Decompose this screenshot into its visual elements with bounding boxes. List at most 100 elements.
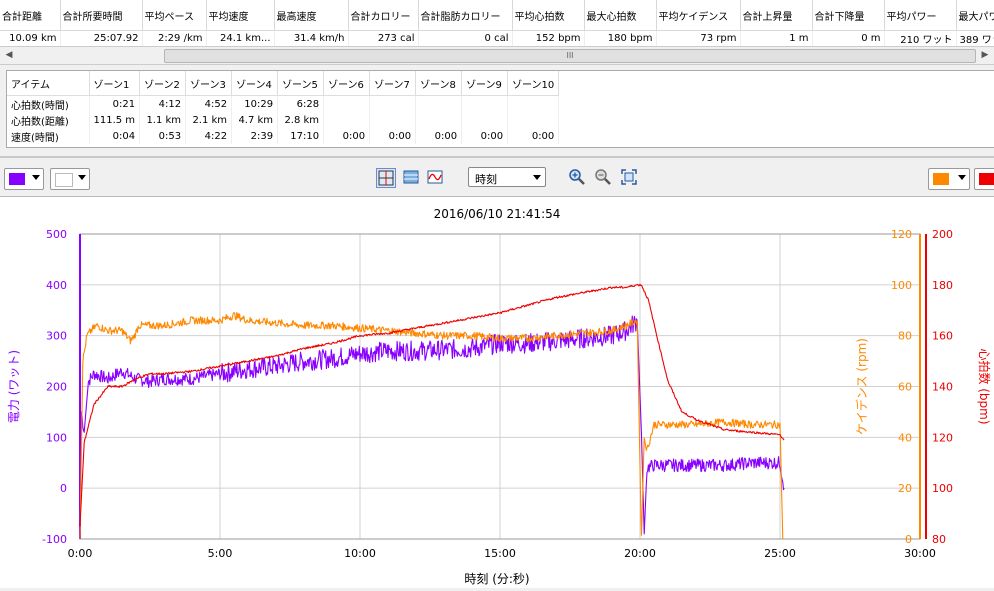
zone-value-cell: 10:29 xyxy=(231,95,279,112)
right-color-2-button[interactable] xyxy=(974,168,994,190)
activity-chart[interactable]: 2016/06/10 21:41:54 0:00 5:00 10:00 15:00 20:… xyxy=(0,197,994,588)
heart_rate-tick-label: 180 xyxy=(932,279,953,292)
heart_rate-axis-label: 心拍数 (bpm) xyxy=(977,348,992,424)
summary-header-cell[interactable]: 合計上昇量 xyxy=(740,0,813,31)
x-axis-mode-select[interactable]: 時刻 xyxy=(468,167,546,187)
summary-value-cell: 389 ワット xyxy=(956,30,994,46)
zone-table: アイテム ゾーン1 ゾーン2 ゾーン3 ゾーン4 ゾーン5 ゾーン6 ゾーン7 ゾーン8 ゾーン9… xyxy=(7,71,560,144)
left-color-1-button[interactable] xyxy=(4,168,44,190)
cadence-tick-label: 120 xyxy=(891,228,912,241)
fit-view-icon[interactable] xyxy=(620,168,640,188)
zone-header-cell[interactable]: ゾーン7 xyxy=(369,71,417,96)
summary-value-cell: 73 rpm xyxy=(656,30,741,46)
zone-value-cell: 0:00 xyxy=(369,128,417,144)
zoom-in-icon[interactable] xyxy=(568,168,588,188)
left-color-2-swatch xyxy=(55,173,73,187)
chart-toolbar: 時刻 xyxy=(0,160,994,197)
summary-value-cell: 0 m xyxy=(812,30,885,46)
summary-header-cell[interactable]: 最高速度 xyxy=(274,0,349,31)
heart_rate-tick-label: 120 xyxy=(932,431,953,444)
summary-header-cell[interactable]: 平均速度 xyxy=(206,0,275,31)
summary-header-cell[interactable]: 合計所要時間 xyxy=(60,0,143,31)
summary-header-cell[interactable]: 合計下降量 xyxy=(812,0,885,31)
crosshair-icon[interactable] xyxy=(376,168,396,188)
power-tick-label: 300 xyxy=(46,330,67,343)
left-color-1-swatch xyxy=(9,173,25,185)
zone-header-cell[interactable]: ゾーン8 xyxy=(415,71,463,96)
power-tick-label: 100 xyxy=(46,431,67,444)
power-axis-label: 電力 (ワット) xyxy=(7,350,21,423)
zone-row[interactable]: 心拍数(距離) 111.5 m 1.1 km 2.1 km 4.7 km 2.8 km xyxy=(7,112,560,128)
summary-value-cell: 180 bpm xyxy=(584,30,657,46)
summary-value-cell: 31.4 km/h xyxy=(274,30,349,46)
left-color-2-button[interactable] xyxy=(50,168,90,190)
chevron-down-icon xyxy=(958,175,966,180)
right-color-2-swatch xyxy=(979,173,994,185)
zone-value-cell: 4.7 km xyxy=(231,112,279,128)
chart-panel[interactable]: 2016/06/10 21:41:54 0:00 5:00 10:00 15:00 20:… xyxy=(0,197,994,588)
zone-value-cell: 0:00 xyxy=(415,128,463,144)
zone-value-cell xyxy=(369,112,417,128)
summary-header-cell[interactable]: 合計距離 xyxy=(0,0,61,31)
zone-value-cell: 2.1 km xyxy=(185,112,233,128)
wave-icon[interactable] xyxy=(426,168,446,188)
summary-value-cell: 2:29 /km xyxy=(142,30,207,46)
heart_rate-series-line xyxy=(79,283,785,527)
zone-value-cell xyxy=(369,95,417,112)
summary-header-row: 合計距離 合計所要時間 平均ペース 平均速度 最高速度 合計カロリー 合計脂肪カロリー 平均心… xyxy=(0,0,994,31)
zone-header-cell[interactable]: アイテム xyxy=(7,71,90,96)
zone-value-cell: 2:39 xyxy=(231,128,279,144)
summary-header-cell[interactable]: 平均ケイデンス xyxy=(656,0,741,31)
cadence-tick-label: 100 xyxy=(891,279,912,292)
scroll-left-icon[interactable]: ◀ xyxy=(2,49,16,62)
zone-value-cell xyxy=(461,95,509,112)
summary-value-cell: 25:07.92 xyxy=(60,30,143,46)
zone-row-label: 心拍数(距離) xyxy=(7,112,90,128)
zone-value-cell: 4:52 xyxy=(185,95,233,112)
summary-value-cell: 273 cal xyxy=(348,30,419,46)
scrollbar-thumb[interactable]: III xyxy=(164,49,976,63)
power-tick-label: 0 xyxy=(60,482,67,495)
right-color-1-button[interactable] xyxy=(928,168,970,190)
scrollbar-grip: III xyxy=(566,51,574,60)
zone-row[interactable]: 心拍数(時間) 0:21 4:12 4:52 10:29 6:28 xyxy=(7,95,560,112)
summary-header-cell[interactable]: 合計脂肪カロリー xyxy=(418,0,513,31)
chevron-down-icon xyxy=(78,175,86,180)
zone-header-cell[interactable]: ゾーン2 xyxy=(139,71,187,96)
zone-header-cell[interactable]: ゾーン1 xyxy=(89,71,141,96)
split-view-icon[interactable] xyxy=(402,168,422,188)
panel-divider[interactable] xyxy=(0,156,994,158)
summary-panel: 合計距離 合計所要時間 平均ペース 平均速度 最高速度 合計カロリー 合計脂肪カロリー 平均心… xyxy=(0,0,994,65)
zone-header-cell[interactable]: ゾーン5 xyxy=(277,71,325,96)
right-color-1-swatch xyxy=(933,173,949,185)
zone-value-cell: 4:22 xyxy=(185,128,233,144)
zone-value-cell: 0:00 xyxy=(507,128,560,144)
x-tick-label: 25:00 xyxy=(764,547,796,560)
summary-value-cell: 1 m xyxy=(740,30,813,46)
zone-header-cell[interactable]: ゾーン9 xyxy=(461,71,509,96)
heart_rate-tick-label: 140 xyxy=(932,381,953,394)
heart_rate-tick-label: 200 xyxy=(932,228,953,241)
cadence-tick-label: 40 xyxy=(898,431,912,444)
summary-header-cell[interactable]: 合計カロリー xyxy=(348,0,419,31)
zone-value-cell xyxy=(323,112,371,128)
zone-row-label: 速度(時間) xyxy=(7,128,90,144)
zone-header-cell[interactable]: ゾーン6 xyxy=(323,71,371,96)
summary-header-cell[interactable]: 平均パワー xyxy=(884,0,957,31)
summary-header-cell[interactable]: 最大パワー xyxy=(956,0,994,31)
zone-header-cell[interactable]: ゾーン4 xyxy=(231,71,279,96)
x-tick-label: 0:00 xyxy=(68,547,93,560)
summary-header-cell[interactable]: 最大心拍数 xyxy=(584,0,657,31)
summary-header-cell[interactable]: 平均ペース xyxy=(142,0,207,31)
zoom-out-icon[interactable] xyxy=(594,168,614,188)
zone-header-cell[interactable]: ゾーン10 xyxy=(507,71,560,96)
zone-header-cell[interactable]: ゾーン3 xyxy=(185,71,233,96)
scroll-right-icon[interactable]: ▶ xyxy=(978,49,992,62)
x-axis-mode-value: 時刻 xyxy=(475,173,497,186)
horizontal-scrollbar[interactable]: ◀ III ▶ xyxy=(0,46,994,65)
zone-value-cell: 111.5 m xyxy=(89,112,141,128)
chevron-down-icon xyxy=(32,175,40,180)
zone-row[interactable]: 速度(時間) 0:04 0:53 4:22 2:39 17:10 0:00 0:00 0:00 0… xyxy=(7,128,560,144)
summary-values-row: 10.09 km 25:07.92 2:29 /km 24.1 km... 31.4 k… xyxy=(0,30,994,46)
summary-header-cell[interactable]: 平均心拍数 xyxy=(512,0,585,31)
